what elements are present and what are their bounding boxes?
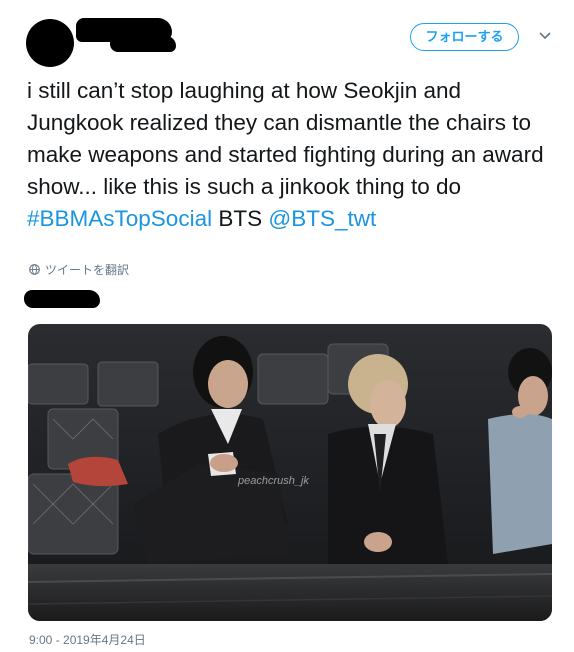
globe-icon bbox=[29, 264, 40, 275]
username-redacted[interactable] bbox=[110, 36, 176, 52]
tweet-text-main: i still can’t stop laughing at how Seokj… bbox=[27, 78, 544, 199]
video-watermark: peachcrush_jk bbox=[237, 475, 309, 487]
follow-button[interactable]: フォローする bbox=[410, 23, 519, 51]
reply-context-redacted[interactable] bbox=[24, 290, 100, 308]
chevron-down-icon[interactable] bbox=[538, 31, 552, 41]
avatar[interactable] bbox=[26, 19, 74, 67]
tweet-text: i still can’t stop laughing at how Seokj… bbox=[27, 75, 557, 235]
tweet-text-middle: BTS bbox=[212, 206, 269, 231]
mention-link[interactable]: @BTS_twt bbox=[268, 206, 376, 231]
tweet-media-video[interactable]: peachcrush_jk bbox=[28, 324, 552, 621]
tweet-timestamp[interactable]: 9:00 - 2019年4月24日 bbox=[29, 631, 146, 648]
translate-tweet-link[interactable]: ツイートを翻訳 bbox=[29, 261, 129, 278]
hashtag-link[interactable]: #BBMAsTopSocial bbox=[27, 206, 212, 231]
translate-label: ツイートを翻訳 bbox=[45, 263, 130, 277]
video-frame: peachcrush_jk bbox=[28, 324, 552, 621]
